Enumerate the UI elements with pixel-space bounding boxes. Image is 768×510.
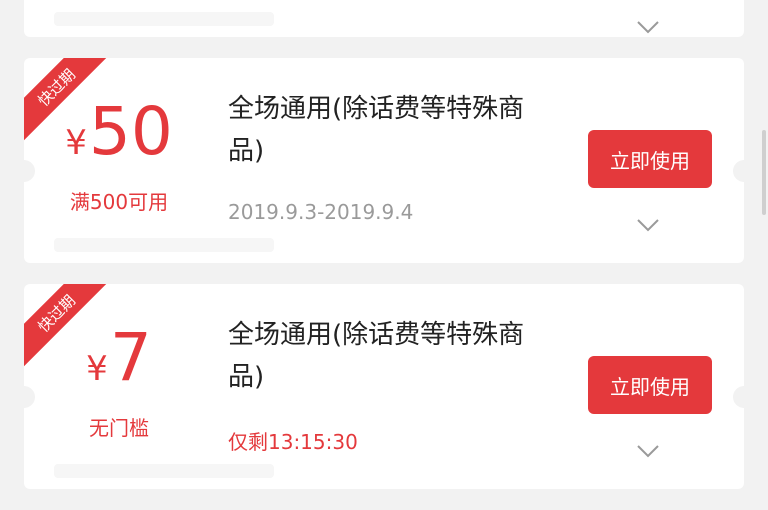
coupon-condition: 满500可用 (69, 190, 169, 214)
coupon-amount: ¥7 (24, 322, 214, 394)
card-notch (733, 160, 744, 182)
coupon-detail-blurred (54, 464, 274, 478)
coupon-countdown: 仅剩13:15:30 (228, 430, 358, 454)
currency-symbol: ¥ (65, 123, 87, 163)
coupon-detail-blurred (54, 238, 274, 252)
scrollbar[interactable] (762, 130, 766, 215)
coupon-detail-blurred (54, 12, 274, 26)
coupon-validity: 2019.9.3-2019.9.4 (228, 200, 414, 224)
coupon-value: 7 (109, 319, 152, 396)
coupon-card-partial (24, 0, 744, 37)
chevron-down-icon[interactable] (636, 444, 660, 458)
chevron-down-icon[interactable] (636, 20, 660, 34)
coupon-title: 全场通用(除话费等特殊商品) (228, 320, 525, 392)
coupon-title: 全场通用(除话费等特殊商品) (228, 94, 525, 166)
coupon-value: 50 (88, 93, 173, 170)
coupon-amount: ¥50 (24, 96, 214, 168)
coupon-card: 快过期 ¥7 无门槛 全场通用(除话费等特殊商品) 仅剩13:15:30 立即使… (24, 284, 744, 489)
card-notch (733, 386, 744, 408)
chevron-down-icon[interactable] (636, 218, 660, 232)
coupon-card: 快过期 ¥50 满500可用 全场通用(除话费等特殊商品) 2019.9.3-2… (24, 58, 744, 263)
currency-symbol: ¥ (86, 349, 108, 389)
coupon-condition: 无门槛 (89, 416, 149, 440)
use-now-button[interactable]: 立即使用 (588, 356, 712, 414)
use-now-button[interactable]: 立即使用 (588, 130, 712, 188)
